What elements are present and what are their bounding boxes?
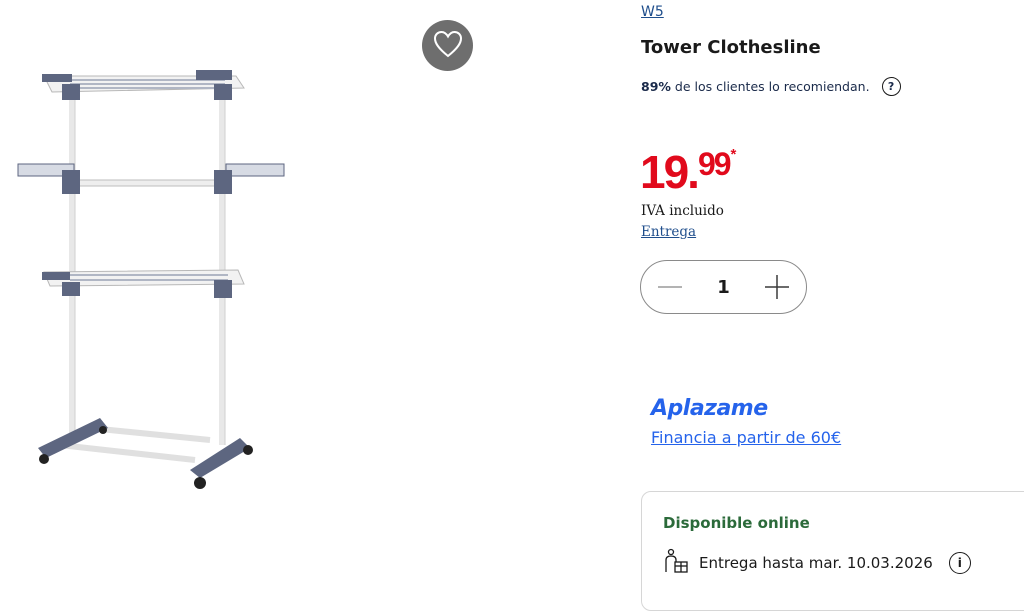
product-title: Tower Clothesline	[641, 37, 821, 58]
shipping-text: Entrega hasta mar. 10.03.2026	[699, 554, 933, 572]
decrease-button[interactable]	[655, 272, 685, 302]
recommendation-percent: 89%	[641, 79, 671, 94]
price-decimals: 99	[697, 146, 732, 182]
favorite-button[interactable]	[422, 20, 473, 71]
shipping-info: Entrega hasta mar. 10.03.2026 i	[663, 548, 971, 578]
product-image	[0, 0, 520, 576]
price-asterisk: *	[730, 146, 737, 163]
plus-icon	[765, 275, 789, 299]
quantity-stepper: 1	[640, 260, 807, 314]
availability-title: Disponible online	[663, 514, 810, 532]
question-icon[interactable]: ?	[881, 77, 901, 96]
info-icon[interactable]: i	[948, 552, 971, 574]
aplazame-logo: Aplazame	[651, 396, 768, 421]
recommendation-text: de los clientes lo recomiendan.	[674, 79, 870, 94]
increase-button[interactable]	[762, 272, 792, 302]
recommendation: 89% de los clientes lo recomiendan. ?	[641, 77, 901, 96]
package-icon	[663, 548, 689, 578]
minus-icon	[658, 286, 682, 288]
quantity-value[interactable]: 1	[717, 277, 730, 298]
price-separator: .	[687, 146, 700, 198]
heart-icon	[433, 30, 463, 62]
price: 19 . 99 *	[640, 146, 737, 198]
price-integer: 19	[640, 146, 689, 198]
financing-link[interactable]: Financia a partir de 60€	[651, 428, 841, 447]
vat-label: IVA incluido	[641, 203, 724, 219]
brand-link[interactable]: W5	[641, 4, 664, 20]
delivery-link[interactable]: Entrega	[641, 224, 696, 240]
clothes-rack-image	[17, 70, 285, 489]
